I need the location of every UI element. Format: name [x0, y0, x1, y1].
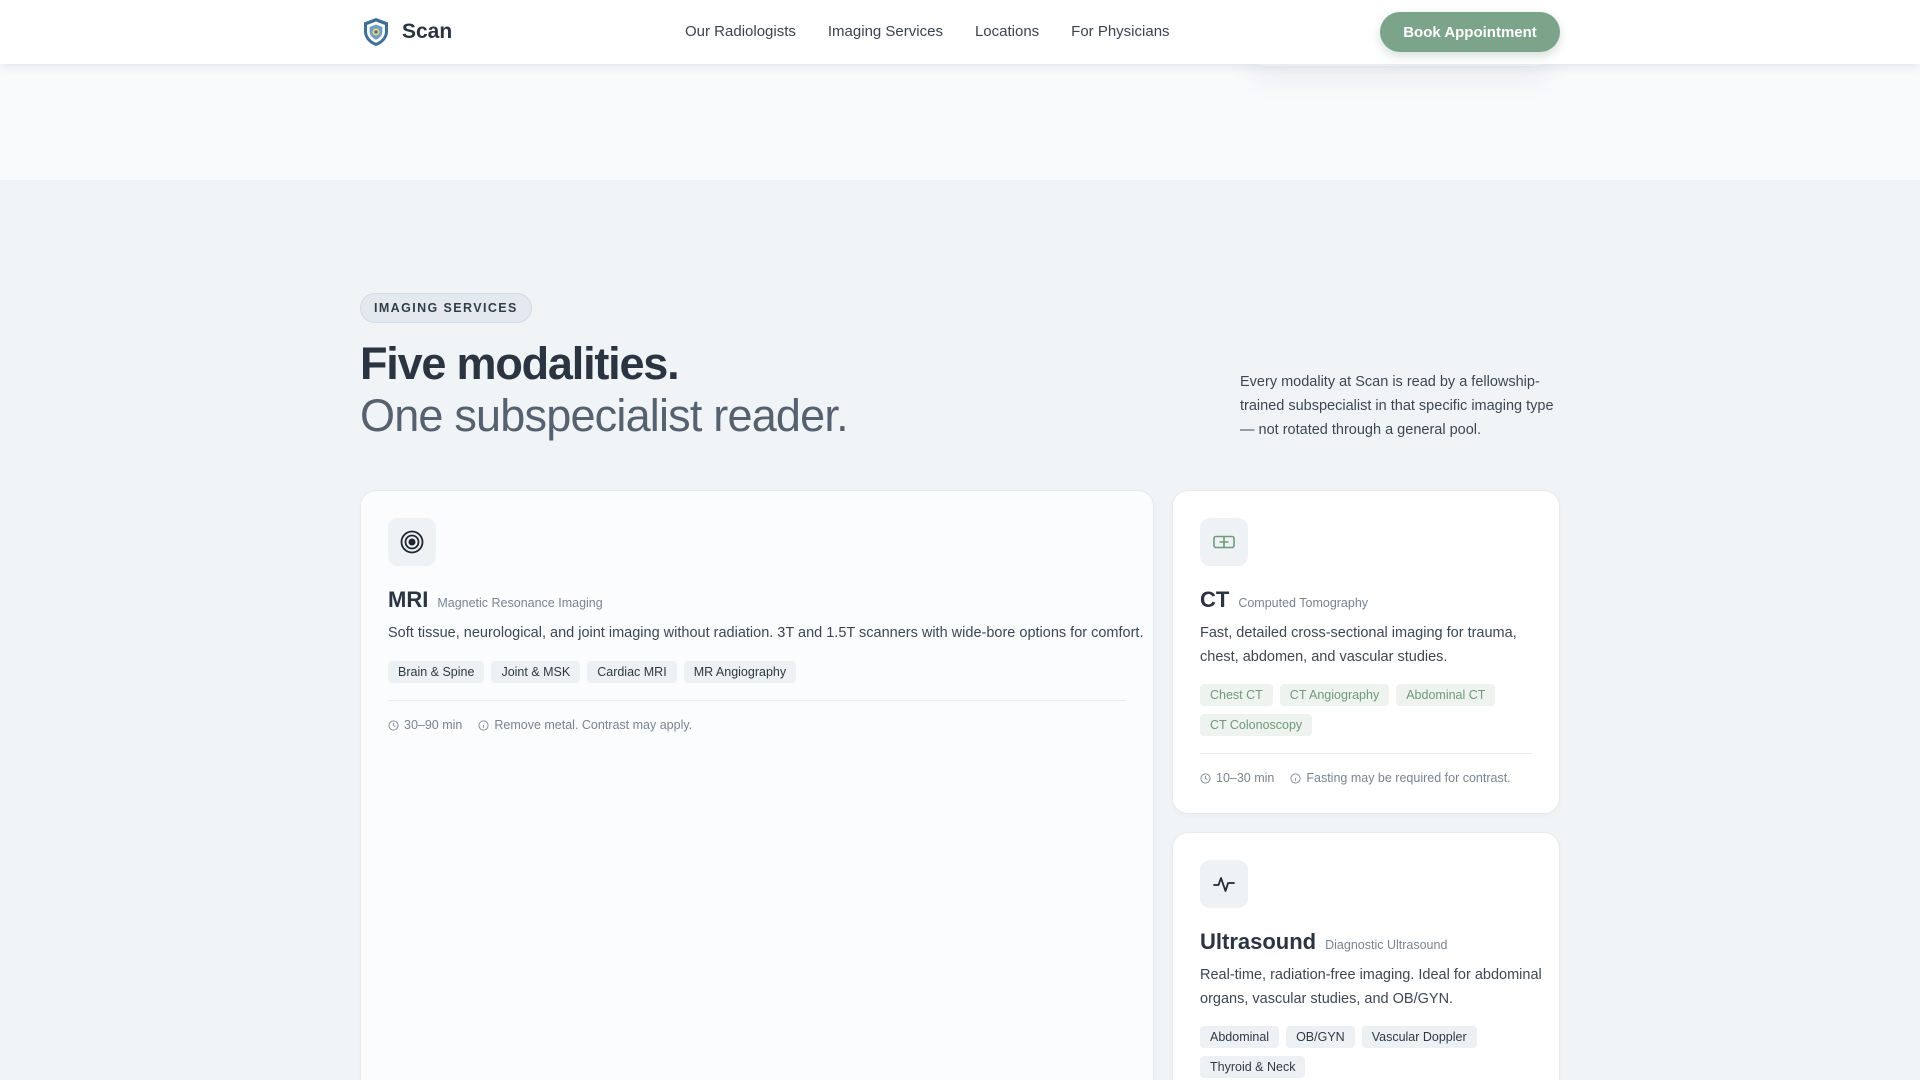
tag-cardiac-mri[interactable]: Cardiac MRI — [587, 661, 677, 683]
info-icon — [1290, 772, 1301, 784]
nav-locations[interactable]: Locations — [975, 23, 1039, 40]
target-icon — [400, 530, 424, 554]
ct-title-row: CT Computed Tomography — [1200, 587, 1368, 613]
info-icon — [478, 719, 489, 731]
mri-note-text: Remove metal. Contrast may apply. — [494, 718, 693, 732]
service-card-mri[interactable]: MRI Magnetic Resonance Imaging Soft tiss… — [360, 490, 1154, 1080]
tag-joint-msk[interactable]: Joint & MSK — [491, 661, 581, 683]
tag-vascular-doppler[interactable]: Vascular Doppler — [1361, 1026, 1477, 1048]
tag-chest-ct[interactable]: Chest CT — [1200, 684, 1273, 706]
section-eyebrow-badge: IMAGING SERVICES — [360, 293, 532, 323]
ct-note-text: Fasting may be required for contrast. — [1306, 771, 1511, 785]
tag-abdominal[interactable]: Abdominal — [1200, 1026, 1280, 1048]
section-headline-secondary: One subspecialist reader. — [360, 390, 849, 441]
mri-divider — [388, 700, 1126, 701]
ultrasound-subtitle: Diagnostic Ultrasound — [1325, 938, 1448, 952]
ct-description-line-1: Fast, detailed cross-sectional imaging f… — [1200, 625, 1517, 641]
ct-duration-text: 10–30 min — [1216, 771, 1275, 785]
ultrasound-tags: Abdominal OB/GYN Vascular Doppler Thyroi… — [1200, 1026, 1535, 1078]
mri-icon-box — [388, 518, 436, 566]
book-appointment-button[interactable]: Book Appointment — [1380, 12, 1560, 52]
nav-for-physicians[interactable]: For Physicians — [1071, 23, 1169, 40]
shield-logo-icon — [364, 18, 388, 46]
ct-description-line-2: chest, abdomen, and vascular studies. — [1200, 649, 1448, 665]
section-intro-text: Every modality at Scan is read by a fell… — [1240, 374, 1554, 438]
brand-logo[interactable]: Scan — [360, 16, 452, 48]
mri-title: MRI — [388, 587, 429, 612]
ct-meta: 10–30 min Fasting may be required for co… — [1200, 771, 1511, 785]
clock-icon — [1200, 772, 1211, 784]
tag-ob-gyn[interactable]: OB/GYN — [1286, 1026, 1355, 1048]
ct-icon-box — [1200, 518, 1248, 566]
ultrasound-description-line-2: organs, vascular studies, and OB/GYN. — [1200, 991, 1454, 1007]
ct-title: CT — [1200, 587, 1230, 612]
mri-description: Soft tissue, neurological, and joint ima… — [388, 625, 1144, 641]
section-headline-primary: Five modalities. — [360, 338, 680, 389]
main-nav: Our Radiologists Imaging Services Locati… — [685, 23, 1170, 40]
tag-ct-angiography[interactable]: CT Angiography — [1279, 684, 1390, 706]
tag-ct-colonoscopy[interactable]: CT Colonoscopy — [1200, 714, 1313, 736]
mri-title-row: MRI Magnetic Resonance Imaging — [388, 587, 603, 613]
site-header: Scan Our Radiologists Imaging Services L… — [0, 0, 1920, 64]
tag-brain-spine[interactable]: Brain & Spine — [388, 661, 485, 683]
mri-duration-text: 30–90 min — [404, 718, 463, 732]
ct-description: Fast, detailed cross-sectional imaging f… — [1200, 621, 1517, 669]
ct-note: Fasting may be required for contrast. — [1290, 771, 1511, 785]
ct-duration: 10–30 min — [1200, 771, 1274, 785]
mri-tags: Brain & Spine Joint & MSK Cardiac MRI MR… — [388, 661, 797, 683]
ultrasound-icon-box — [1200, 860, 1248, 908]
service-card-ct[interactable]: CT Computed Tomography Fast, detailed cr… — [1172, 490, 1560, 814]
ultrasound-description: Real-time, radiation-free imaging. Ideal… — [1200, 963, 1542, 1011]
ultrasound-description-line-1: Real-time, radiation-free imaging. Ideal… — [1200, 967, 1542, 983]
tag-thyroid-neck[interactable]: Thyroid & Neck — [1200, 1056, 1306, 1078]
ct-scanner-icon — [1213, 535, 1235, 549]
brand-name: Scan — [402, 20, 453, 43]
ct-divider — [1200, 753, 1532, 754]
clock-icon — [388, 719, 399, 731]
tag-abdominal-ct[interactable]: Abdominal CT — [1396, 684, 1496, 706]
service-card-ultrasound[interactable]: Ultrasound Diagnostic Ultrasound Real-ti… — [1172, 832, 1560, 1080]
mri-duration: 30–90 min — [388, 718, 462, 732]
pulse-icon — [1213, 877, 1235, 892]
nav-our-radiologists[interactable]: Our Radiologists — [685, 23, 796, 40]
ultrasound-title: Ultrasound — [1200, 929, 1317, 954]
tag-mr-angiography[interactable]: MR Angiography — [683, 661, 797, 683]
mri-meta: 30–90 min Remove metal. Contrast may app… — [388, 718, 692, 732]
mri-subtitle: Magnetic Resonance Imaging — [437, 596, 603, 610]
ct-subtitle: Computed Tomography — [1238, 596, 1369, 610]
ct-tags: Chest CT CT Angiography Abdominal CT CT … — [1200, 684, 1535, 736]
nav-imaging-services[interactable]: Imaging Services — [828, 23, 943, 40]
mri-note: Remove metal. Contrast may apply. — [478, 718, 692, 732]
ultrasound-title-row: Ultrasound Diagnostic Ultrasound — [1200, 929, 1447, 955]
